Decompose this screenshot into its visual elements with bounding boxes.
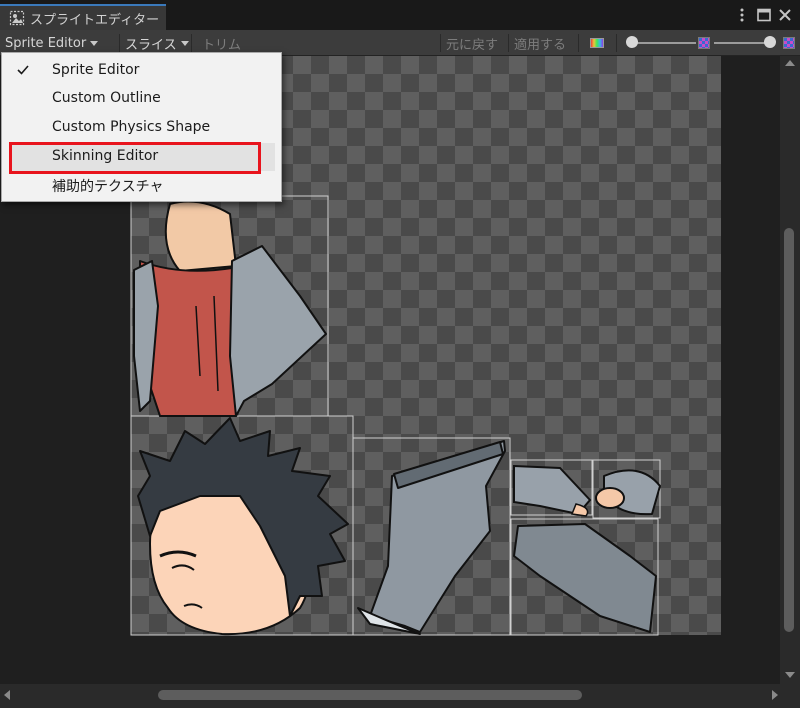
scroll-left-icon[interactable] (4, 690, 10, 700)
toolbar-divider (578, 34, 579, 52)
menu-item-custom-outline[interactable]: Custom Outline (2, 85, 281, 113)
tab-bar: スプライトエディター (0, 0, 800, 30)
slice-dropdown[interactable]: スライス (125, 33, 189, 53)
torso-sprite (133, 200, 327, 417)
zoom-slider-track[interactable] (630, 42, 696, 44)
mipmap-icon (783, 37, 795, 49)
menu-item-secondary-textures[interactable]: 補助的テクスチャ (2, 171, 281, 199)
thigh-sprite (513, 523, 657, 633)
mipmap-icon (698, 37, 710, 49)
rgb-channel-icon[interactable] (590, 38, 604, 48)
chevron-down-icon (90, 40, 99, 46)
mip-slider-track[interactable] (714, 42, 770, 44)
maximize-icon[interactable] (756, 7, 772, 23)
vertical-scroll-thumb[interactable] (784, 228, 794, 632)
mode-dropdown-label: Sprite Editor (5, 35, 87, 51)
zoom-slider-handle[interactable] (626, 36, 638, 48)
menu-item-sprite-editor[interactable]: Sprite Editor (2, 57, 281, 85)
toolbar-divider (119, 34, 120, 52)
horizontal-scrollbar[interactable] (0, 684, 800, 708)
slice-dropdown-label: スライス (125, 37, 177, 53)
revert-button[interactable]: 元に戻す (446, 34, 498, 53)
hand-sprite (595, 469, 661, 516)
more-options-icon[interactable] (734, 7, 750, 23)
scroll-right-icon[interactable] (772, 690, 778, 700)
scroll-up-icon[interactable] (785, 60, 795, 66)
close-icon[interactable] (777, 7, 793, 23)
mode-dropdown[interactable]: Sprite Editor (5, 33, 99, 53)
leg-sprite (357, 440, 506, 635)
chevron-down-icon (180, 40, 189, 46)
toolbar-divider (191, 34, 192, 52)
tab-title: スプライトエディター (30, 13, 160, 28)
menu-item-label: Sprite Editor (52, 62, 140, 78)
toolbar-divider (440, 34, 441, 52)
menu-item-label: Custom Outline (52, 90, 161, 106)
sprite-editor-icon (9, 10, 25, 26)
menu-item-label: 補助的テクスチャ (52, 179, 164, 195)
menu-item-custom-physics-shape[interactable]: Custom Physics Shape (2, 114, 281, 142)
head-sprite (137, 417, 349, 636)
mip-slider-handle[interactable] (764, 36, 776, 48)
vertical-scrollbar[interactable] (780, 56, 800, 684)
apply-button[interactable]: 適用する (514, 34, 566, 53)
trim-button[interactable]: トリム (202, 34, 241, 53)
toolbar-divider (508, 34, 509, 52)
highlight-annotation (9, 142, 261, 174)
menu-item-label: Custom Physics Shape (52, 119, 211, 135)
tab-sprite-editor[interactable]: スプライトエディター (0, 4, 166, 30)
horizontal-scroll-thumb[interactable] (158, 690, 582, 700)
mode-dropdown-menu: Sprite Editor Custom Outline Custom Phys… (1, 52, 282, 202)
toolbar-divider (616, 34, 617, 52)
scroll-down-icon[interactable] (785, 672, 795, 678)
checkmark-icon (17, 65, 29, 75)
